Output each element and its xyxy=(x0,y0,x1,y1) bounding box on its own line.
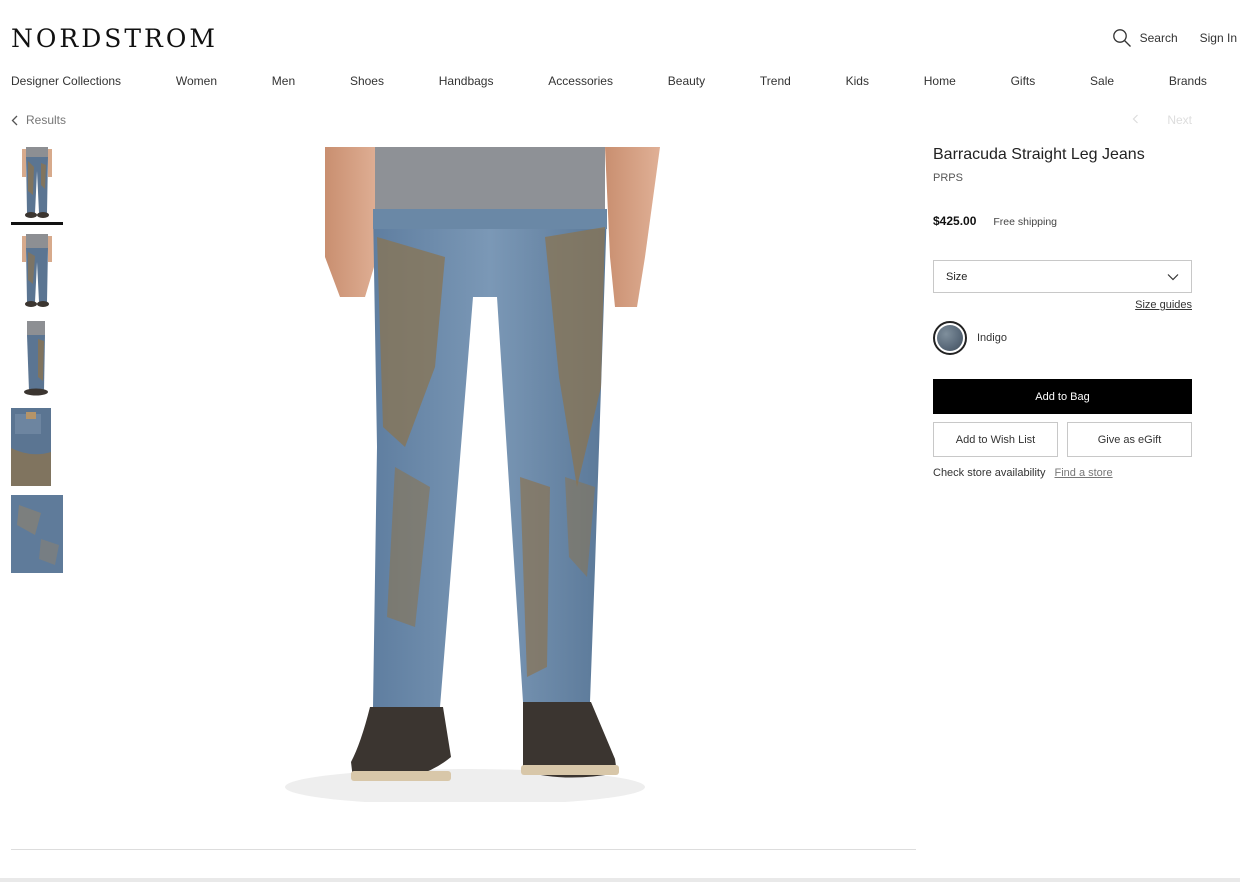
size-dropdown[interactable]: Size xyxy=(933,260,1192,293)
thumbnail-pocket-detail[interactable] xyxy=(11,408,63,486)
search-icon xyxy=(1112,29,1131,47)
nav-item-sale[interactable]: Sale xyxy=(1090,74,1114,88)
nav-item-brands[interactable]: Brands xyxy=(1169,74,1207,88)
content-divider xyxy=(11,849,916,850)
main-product-image[interactable] xyxy=(265,147,665,805)
add-to-wish-list-button[interactable]: Add to Wish List xyxy=(933,422,1058,457)
shipping-info: Free shipping xyxy=(993,216,1058,228)
give-as-egift-button[interactable]: Give as eGift xyxy=(1067,422,1192,457)
find-a-store-link[interactable]: Find a store xyxy=(1055,467,1113,479)
chevron-left-icon xyxy=(1132,114,1139,124)
nav-item-beauty[interactable]: Beauty xyxy=(668,74,705,88)
size-guides-row: Size guides xyxy=(933,299,1192,311)
add-to-bag-button[interactable]: Add to Bag xyxy=(933,379,1192,414)
nordstrom-logo[interactable]: NORDSTROM xyxy=(11,24,218,53)
nav-item-trend[interactable]: Trend xyxy=(760,74,791,88)
header-actions: Search Sign In xyxy=(1112,28,1237,48)
thumbnail-side[interactable] xyxy=(11,321,63,399)
size-guides-link[interactable]: Size guides xyxy=(1135,299,1192,311)
thumbnail-fabric-detail[interactable] xyxy=(11,495,63,573)
previous-product-button[interactable] xyxy=(1132,113,1139,127)
store-availability-row: Check store availability Find a store xyxy=(933,467,1192,479)
nav-item-home[interactable]: Home xyxy=(924,74,956,88)
nav-item-men[interactable]: Men xyxy=(272,74,295,88)
nav-item-handbags[interactable]: Handbags xyxy=(439,74,494,88)
sign-in-link[interactable]: Sign In xyxy=(1200,31,1237,45)
swatch-image xyxy=(937,325,963,351)
thumbnail-gallery xyxy=(11,147,63,582)
next-product-button[interactable]: Next xyxy=(1167,113,1192,127)
bottom-scroll-bar[interactable] xyxy=(0,878,1240,882)
chevron-left-icon xyxy=(11,115,18,125)
selected-color-name: Indigo xyxy=(977,332,1007,344)
color-swatch-indigo[interactable] xyxy=(933,321,967,355)
color-selector: Indigo xyxy=(933,321,1192,355)
nav-item-shoes[interactable]: Shoes xyxy=(350,74,384,88)
nav-item-designer-collections[interactable]: Designer Collections xyxy=(11,74,121,88)
nav-item-kids[interactable]: Kids xyxy=(846,74,869,88)
search-label: Search xyxy=(1139,31,1178,45)
thumbnail-front[interactable] xyxy=(11,147,63,225)
results-label: Results xyxy=(26,113,67,127)
product-details-panel: Barracuda Straight Leg Jeans PRPS $425.0… xyxy=(933,146,1192,479)
main-nav: Designer Collections Women Men Shoes Han… xyxy=(11,74,1207,88)
secondary-actions: Add to Wish List Give as eGift xyxy=(933,422,1192,457)
search-button[interactable]: Search xyxy=(1112,28,1178,48)
nav-item-women[interactable]: Women xyxy=(176,74,217,88)
thumbnail-back[interactable] xyxy=(11,234,63,312)
chevron-down-icon xyxy=(1167,273,1179,280)
price-row: $425.00 Free shipping xyxy=(933,214,1192,228)
size-dropdown-label: Size xyxy=(946,270,968,283)
nav-item-gifts[interactable]: Gifts xyxy=(1011,74,1036,88)
product-title: Barracuda Straight Leg Jeans xyxy=(933,146,1145,163)
store-availability-label: Check store availability xyxy=(933,467,1046,479)
product-brand-link[interactable]: PRPS xyxy=(933,172,1192,184)
product-price: $425.00 xyxy=(933,214,977,228)
nav-item-accessories[interactable]: Accessories xyxy=(548,74,613,88)
product-pager: Next xyxy=(1132,113,1192,127)
back-to-results-link[interactable]: Results xyxy=(11,113,66,127)
